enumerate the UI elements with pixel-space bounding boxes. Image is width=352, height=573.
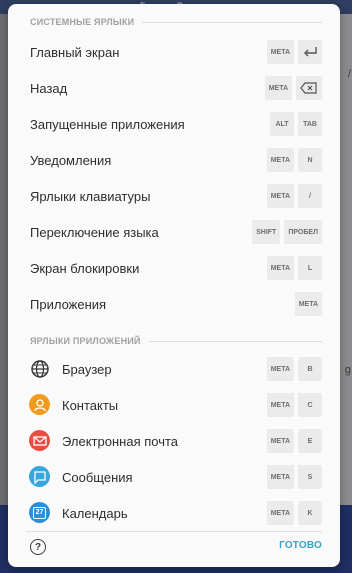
shortcut-label: Главный экран — [30, 44, 120, 60]
key-combo: META B — [266, 357, 322, 381]
key-meta: META — [266, 501, 294, 525]
app-shortcuts-header: ЯРЛЫКИ ПРИЛОЖЕНИЙ — [30, 336, 322, 346]
key-letter: S — [298, 465, 322, 489]
key-meta: META — [264, 76, 292, 100]
shortcut-row-keyboard-shortcuts[interactable]: Ярлыки клавиатуры META / — [8, 178, 340, 214]
done-button[interactable]: ГОТОВО — [279, 540, 322, 551]
key-meta: META — [266, 357, 294, 381]
globe-icon — [29, 358, 50, 379]
key-tab: TAB — [298, 112, 322, 136]
key-combo: META — [266, 40, 322, 64]
messages-icon — [29, 466, 50, 487]
key-alt: ALT — [270, 112, 294, 136]
key-meta: META — [266, 40, 294, 64]
help-icon[interactable]: ? — [30, 539, 46, 555]
shortcut-label: Ярлыки клавиатуры — [30, 188, 151, 204]
key-combo: META E — [266, 429, 322, 453]
shortcut-label: Запущенные приложения — [30, 116, 185, 132]
calendar-day: 27 — [33, 506, 46, 519]
key-combo: META S — [266, 465, 322, 489]
section-title: ЯРЛЫКИ ПРИЛОЖЕНИЙ — [30, 336, 141, 346]
divider — [142, 21, 322, 23]
shortcut-label: Приложения — [30, 296, 107, 312]
shortcut-label: Сообщения — [62, 469, 133, 485]
shortcut-row-calendar[interactable]: 27 Календарь META K — [8, 495, 340, 531]
key-meta: META — [294, 292, 322, 316]
key-combo: META / — [266, 184, 322, 208]
key-combo: META — [294, 292, 322, 316]
divider — [148, 340, 322, 342]
contacts-icon — [29, 394, 50, 415]
keyboard-shortcuts-dialog: СИСТЕМНЫЕ ЯРЛЫКИ Главный экран META Наза… — [8, 4, 340, 567]
key-combo: META K — [266, 501, 322, 525]
key-letter: C — [298, 393, 322, 417]
enter-icon — [298, 40, 322, 64]
shortcut-row-contacts[interactable]: Контакты META C — [8, 387, 340, 423]
key-letter: N — [298, 148, 322, 172]
key-meta: META — [266, 184, 294, 208]
key-meta: META — [266, 256, 294, 280]
key-letter: K — [298, 501, 322, 525]
shortcut-row-home[interactable]: Главный экран META — [8, 34, 340, 70]
key-combo: META C — [266, 393, 322, 417]
key-slash: / — [298, 184, 322, 208]
background-text-fragment: / — [347, 68, 351, 80]
key-letter: L — [298, 256, 322, 280]
shortcut-label: Календарь — [62, 505, 128, 521]
shortcut-row-applications[interactable]: Приложения META — [8, 286, 340, 322]
shortcut-label: Браузер — [62, 361, 112, 377]
key-combo: SHIFT ПРОБЕЛ — [252, 220, 322, 244]
calendar-icon: 27 — [29, 502, 50, 523]
key-letter: E — [298, 429, 322, 453]
key-meta: META — [266, 148, 294, 172]
shortcut-row-recent-apps[interactable]: Запущенные приложения ALT TAB — [8, 106, 340, 142]
shortcut-row-back[interactable]: Назад META — [8, 70, 340, 106]
section-title: СИСТЕМНЫЕ ЯРЛЫКИ — [30, 17, 135, 27]
shortcut-row-lock-screen[interactable]: Экран блокировки META L — [8, 250, 340, 286]
key-shift: SHIFT — [252, 220, 281, 244]
background-text-fragment: g — [344, 364, 351, 376]
email-icon — [29, 430, 50, 451]
backspace-icon — [296, 76, 322, 100]
shortcut-row-notifications[interactable]: Уведомления META N — [8, 142, 340, 178]
key-combo: META — [264, 76, 322, 100]
key-combo: META N — [266, 148, 322, 172]
key-meta: META — [266, 465, 294, 489]
shortcut-label: Уведомления — [30, 152, 112, 168]
key-meta: META — [266, 429, 294, 453]
shortcut-row-browser[interactable]: Браузер META B — [8, 351, 340, 387]
shortcut-row-email[interactable]: Электронная почта META E — [8, 423, 340, 459]
footer-divider — [26, 531, 322, 532]
background-app-content — [340, 14, 352, 534]
key-letter: B — [298, 357, 322, 381]
key-meta: META — [266, 393, 294, 417]
key-combo: META L — [266, 256, 322, 280]
key-combo: ALT TAB — [270, 112, 322, 136]
key-space: ПРОБЕЛ — [284, 220, 322, 244]
shortcut-label: Экран блокировки — [30, 260, 140, 276]
shortcut-label: Назад — [30, 80, 68, 96]
shortcut-label: Электронная почта — [62, 433, 179, 449]
shortcut-label: Контакты — [62, 397, 119, 413]
shortcut-row-messages[interactable]: Сообщения META S — [8, 459, 340, 495]
system-shortcuts-header: СИСТЕМНЫЕ ЯРЛЫКИ — [30, 17, 322, 27]
shortcut-label: Переключение языка — [30, 224, 159, 240]
shortcut-row-switch-language[interactable]: Переключение языка SHIFT ПРОБЕЛ — [8, 214, 340, 250]
